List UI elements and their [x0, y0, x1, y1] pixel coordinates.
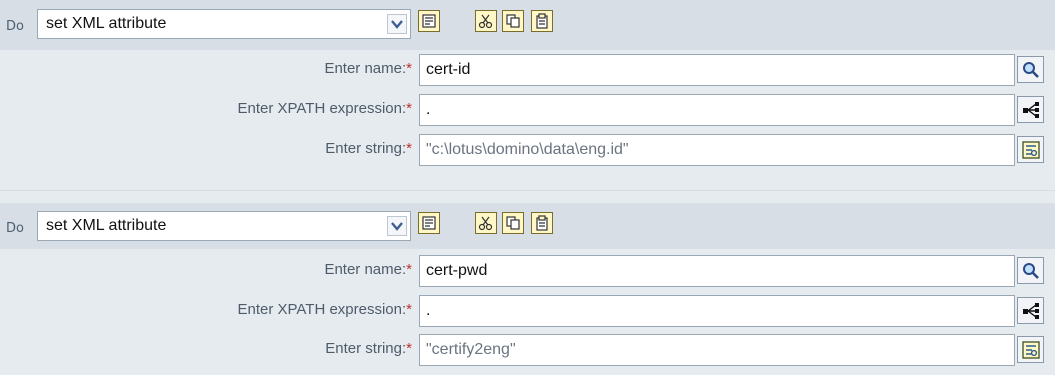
string-input[interactable]: "c:\lotus\domino\data\eng.id"	[419, 134, 1015, 166]
chevron-down-icon[interactable]	[387, 14, 407, 34]
cut-icon[interactable]	[475, 10, 497, 32]
string-input-value: "c:\lotus\domino\data\eng.id"	[426, 141, 629, 158]
xpath-builder-icon[interactable]	[1017, 297, 1044, 324]
field-label-string: Enter string:*	[325, 140, 412, 157]
action-block-2: Do set XML attribute Enter name:* cert-p…	[0, 190, 1055, 375]
copy-icon[interactable]	[502, 10, 524, 32]
paste-icon[interactable]	[531, 10, 553, 32]
xpath-input[interactable]: .	[419, 295, 1015, 327]
action-select[interactable]: set XML attribute	[37, 211, 411, 241]
field-label-name: Enter name:*	[324, 261, 412, 278]
cut-icon[interactable]	[475, 212, 497, 234]
do-label: Do	[6, 19, 24, 34]
note-icon[interactable]	[418, 212, 440, 234]
xpath-input-value: .	[426, 101, 431, 118]
do-label: Do	[6, 221, 24, 236]
argument-builder-icon[interactable]	[1017, 136, 1044, 163]
field-label-string: Enter string:*	[325, 340, 412, 357]
xpath-input[interactable]: .	[419, 94, 1015, 126]
chevron-down-icon[interactable]	[387, 216, 407, 236]
action-select-value: set XML attribute	[46, 15, 167, 32]
note-icon[interactable]	[418, 10, 440, 32]
paste-icon[interactable]	[531, 212, 553, 234]
search-icon[interactable]	[1017, 56, 1044, 83]
xpath-input-value: .	[426, 302, 431, 319]
action-select[interactable]: set XML attribute	[37, 9, 411, 39]
action-select-value: set XML attribute	[46, 217, 167, 234]
field-label-name: Enter name:*	[324, 60, 412, 77]
search-icon[interactable]	[1017, 257, 1044, 284]
argument-builder-icon[interactable]	[1017, 336, 1044, 363]
field-label-xpath: Enter XPATH expression:*	[237, 100, 412, 117]
field-label-xpath: Enter XPATH expression:*	[237, 301, 412, 318]
xpath-builder-icon[interactable]	[1017, 96, 1044, 123]
action-block-1: Do set XML attribute Enter name:* cert-i…	[0, 0, 1055, 190]
string-input[interactable]: "certify2eng"	[419, 334, 1015, 366]
name-input[interactable]: cert-pwd	[419, 255, 1015, 287]
name-input-value: cert-id	[426, 61, 471, 78]
name-input-value: cert-pwd	[426, 262, 488, 279]
name-input[interactable]: cert-id	[419, 54, 1015, 86]
copy-icon[interactable]	[502, 212, 524, 234]
string-input-value: "certify2eng"	[426, 341, 516, 358]
